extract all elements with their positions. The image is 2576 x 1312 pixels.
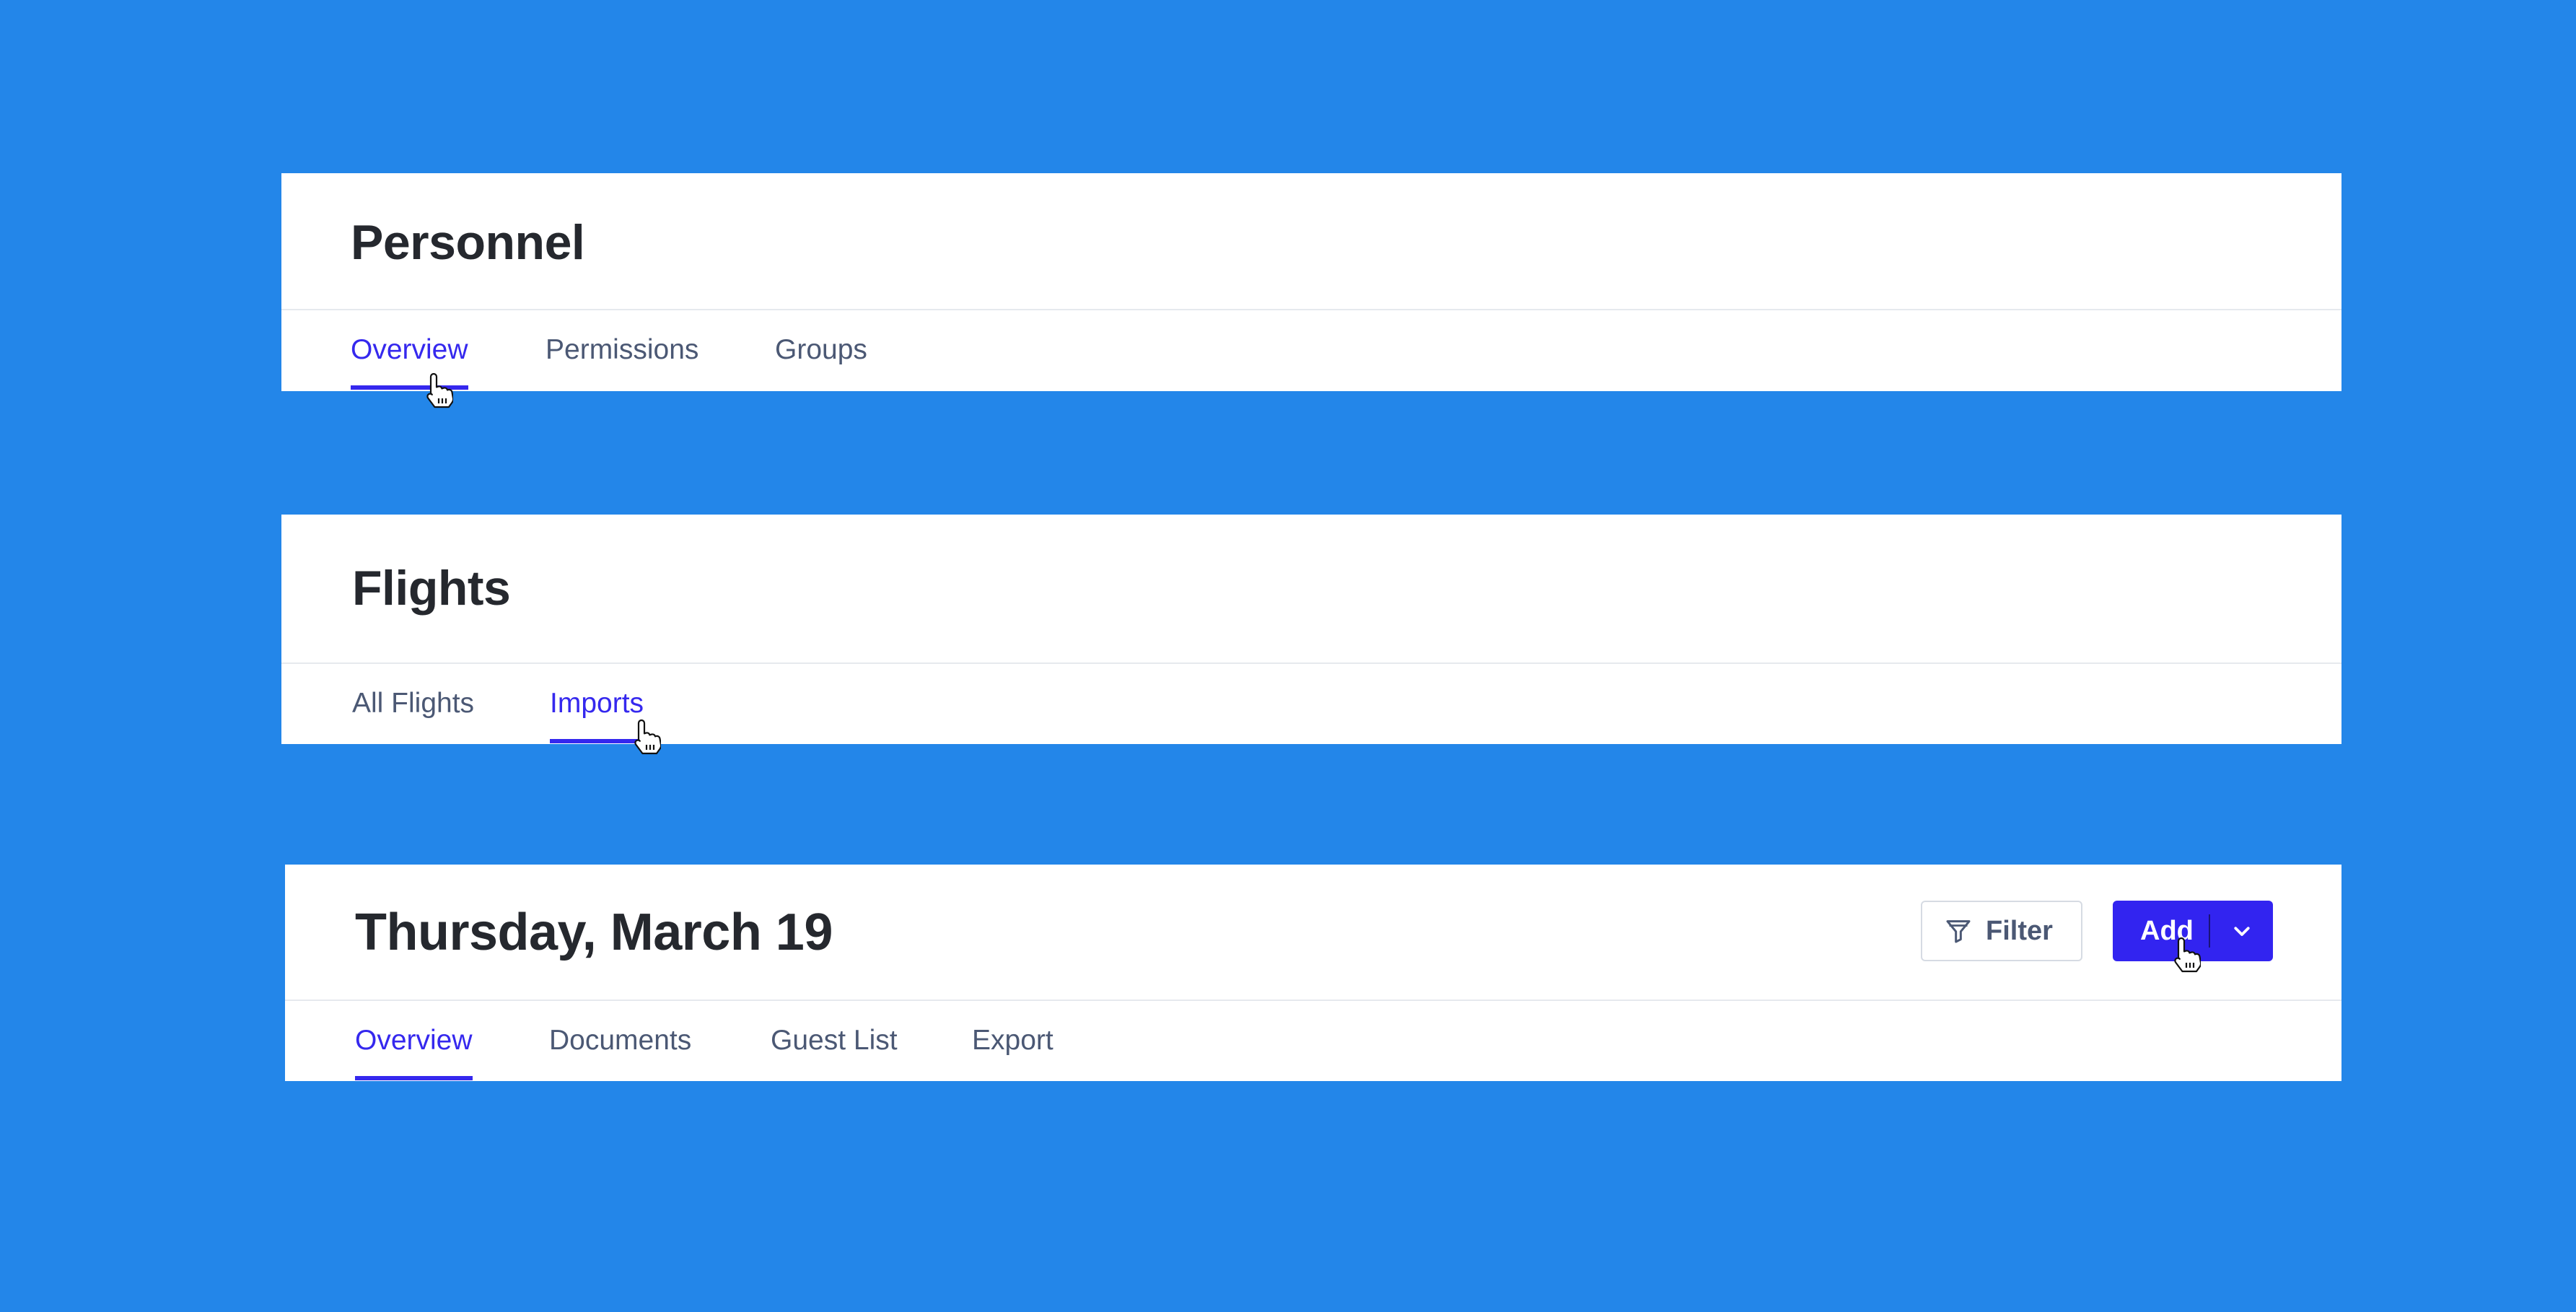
tab-label: Groups — [775, 334, 867, 365]
tab-all-flights[interactable]: All Flights — [352, 664, 474, 743]
tab-label: Permissions — [546, 334, 699, 365]
chevron-down-icon — [2233, 927, 2250, 936]
tab-overview[interactable]: Overview — [351, 310, 468, 390]
page-title: Flights — [352, 561, 511, 616]
tab-label: Export — [972, 1025, 1053, 1056]
personnel-panel: Personnel Overview Permissions Groups — [281, 173, 2341, 391]
filter-label: Filter — [1986, 915, 2053, 946]
filter-button[interactable]: Filter — [1921, 901, 2082, 961]
funnel-icon — [1946, 920, 1971, 943]
tab-export[interactable]: Export — [972, 1001, 1053, 1080]
schedule-tabs: Overview Documents Guest List Export — [285, 1001, 2341, 1080]
tab-overview[interactable]: Overview — [355, 1001, 473, 1080]
page-title: Thursday, March 19 — [355, 904, 833, 961]
add-split-button: Add — [2113, 901, 2273, 961]
personnel-tabs: Overview Permissions Groups — [281, 310, 2341, 390]
tab-label: Imports — [550, 688, 644, 719]
tab-label: Overview — [355, 1025, 473, 1056]
flights-panel: Flights All Flights Imports — [281, 515, 2341, 744]
tab-label: All Flights — [352, 688, 475, 719]
add-button[interactable]: Add — [2113, 901, 2209, 961]
flights-tabs: All Flights Imports — [281, 664, 2341, 743]
flights-header: Flights — [281, 515, 2341, 664]
page-title: Personnel — [351, 215, 585, 270]
tab-guest-list[interactable]: Guest List — [771, 1001, 898, 1080]
schedule-panel: Thursday, March 19 Filter Add Overview D… — [285, 865, 2341, 1081]
add-label: Add — [2140, 915, 2194, 946]
tab-permissions[interactable]: Permissions — [546, 310, 698, 390]
tab-imports[interactable]: Imports — [550, 664, 644, 743]
personnel-header: Personnel — [281, 173, 2341, 310]
schedule-header: Thursday, March 19 Filter Add — [285, 865, 2341, 1001]
tab-label: Documents — [549, 1025, 692, 1056]
tab-label: Guest List — [771, 1025, 898, 1056]
tab-groups[interactable]: Groups — [775, 310, 867, 390]
add-menu-toggle[interactable] — [2210, 901, 2273, 961]
tab-documents[interactable]: Documents — [549, 1001, 691, 1080]
tab-label: Overview — [351, 334, 468, 365]
